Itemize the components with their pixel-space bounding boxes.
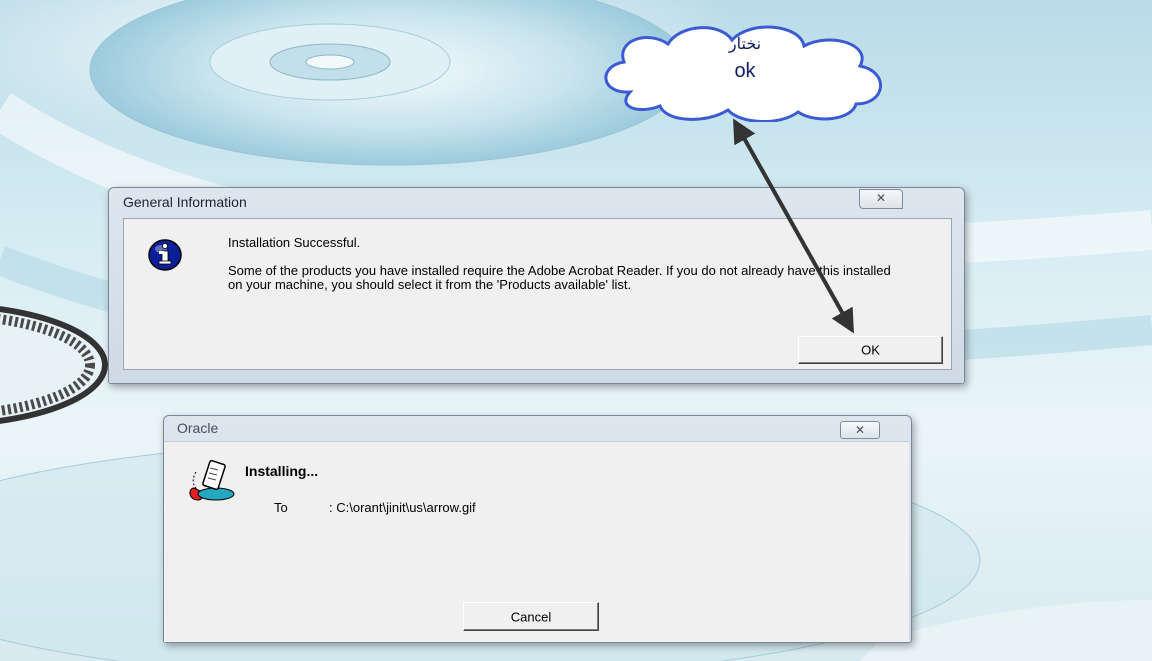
cancel-button[interactable]: Cancel xyxy=(463,602,599,631)
callout-text-arabic: نختار xyxy=(728,36,762,53)
close-icon: ✕ xyxy=(875,191,887,205)
oracle-installer-window: Oracle ✕ Installing... To : C:\orant\jin… xyxy=(163,415,912,643)
window-body: Installing... To : C:\orant\jinit\us\arr… xyxy=(164,441,909,642)
cancel-button-label: Cancel xyxy=(510,609,552,624)
ok-button[interactable]: OK xyxy=(798,336,943,364)
dialog-body: Installation Successful. Some of the pro… xyxy=(123,218,952,370)
callout-text-ok: ok xyxy=(734,60,756,82)
info-icon xyxy=(148,239,182,271)
close-button[interactable]: ✕ xyxy=(840,421,880,439)
general-information-dialog: General Information ✕ Installation Succe… xyxy=(108,187,965,384)
install-path: : C:\orant\jinit\us\arrow.gif xyxy=(329,500,476,515)
window-title: Oracle xyxy=(177,420,219,436)
success-message: Installation Successful. xyxy=(228,235,361,250)
ok-button-label: OK xyxy=(861,342,880,358)
close-icon: ✕ xyxy=(854,423,866,437)
dialog-title: General Information xyxy=(123,194,247,210)
to-label: To xyxy=(274,500,288,515)
close-button[interactable]: ✕ xyxy=(859,189,903,209)
installer-icon xyxy=(189,459,235,501)
acrobat-reader-message: Some of the products you have installed … xyxy=(228,263,891,292)
installing-heading: Installing... xyxy=(245,463,319,479)
